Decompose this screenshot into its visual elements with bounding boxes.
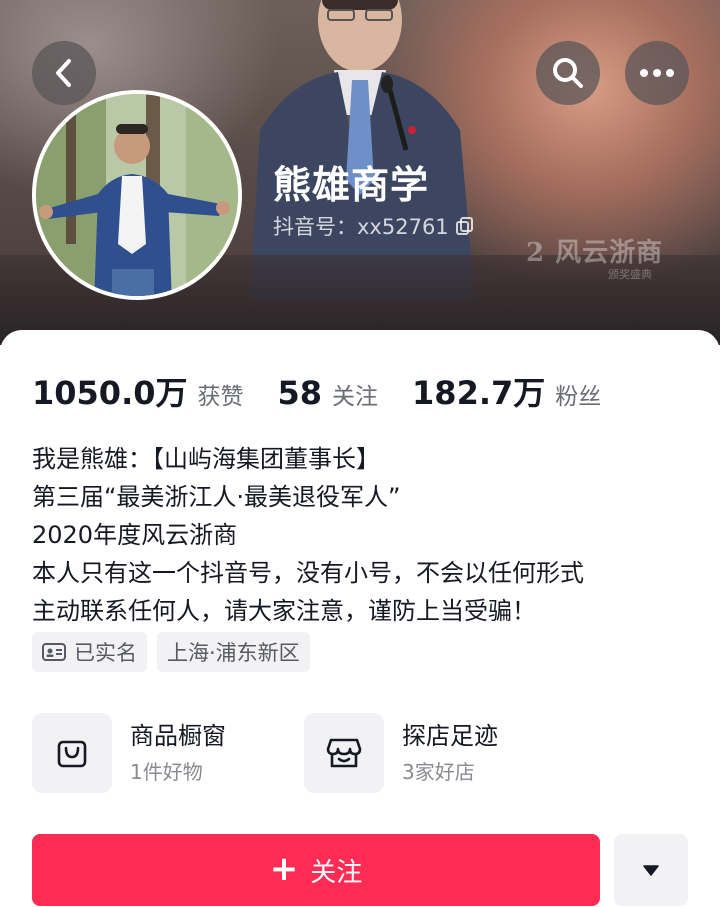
recommend-dropdown-button[interactable]: [614, 834, 688, 906]
shop-visits-title: 探店足迹: [402, 722, 498, 750]
bio-line: 第三届“最美浙江人·最美退役军人”: [32, 483, 401, 511]
stat-following-value: 58: [277, 374, 323, 412]
bio-line: 我是熊雄：【山屿海集团董事长】: [32, 445, 380, 473]
verified-tag-label: 已实名: [74, 641, 137, 665]
profile-nickname: 熊雄商学: [273, 163, 430, 207]
profile-tags: 已实名 上海·浦东新区: [32, 632, 310, 672]
stat-followers-value: 182.7万: [412, 374, 546, 412]
bio-line: 主动联系任何人，请大家注意，谨防上当受骗！: [32, 597, 536, 625]
storefront-icon: [304, 713, 384, 793]
chevron-left-icon: [56, 59, 71, 87]
stat-likes-value: 1050.0万: [32, 374, 188, 412]
product-showcase-entry[interactable]: 商品橱窗 1件好物: [32, 713, 304, 793]
profile-banner: 2 风云浙商 颁奖盛典 熊雄商学 抖音号：xx52761: [0, 0, 720, 345]
avatar-photo: [36, 94, 238, 296]
profile-info-card: 1050.0万 获赞 58 关注 182.7万 粉丝 我是熊雄：【山屿海集团董事…: [0, 330, 720, 907]
product-showcase-title: 商品橱窗: [130, 722, 226, 750]
stat-followers-label: 粉丝: [555, 384, 602, 410]
id-card-icon: [42, 643, 66, 661]
banner-watermark-sub: 颁奖盛典: [608, 268, 652, 281]
back-button[interactable]: [32, 41, 96, 105]
shop-visits-entry[interactable]: 探店足迹 3家好店: [304, 713, 576, 793]
stat-likes[interactable]: 1050.0万 获赞: [32, 368, 244, 414]
verified-tag[interactable]: 已实名: [32, 632, 147, 672]
more-dots-icon: [640, 69, 674, 77]
plus-icon: +: [269, 848, 299, 889]
stat-following-label: 关注: [332, 384, 379, 410]
location-tag-label: 上海·浦东新区: [167, 641, 300, 665]
search-button[interactable]: [536, 41, 600, 105]
banner-watermark: 2 风云浙商: [526, 238, 664, 268]
stat-likes-label: 获赞: [197, 384, 244, 410]
copy-icon[interactable]: [455, 216, 475, 236]
more-options-button[interactable]: [625, 41, 689, 105]
douyin-id-text: 抖音号：xx52761: [273, 215, 449, 239]
profile-stats: 1050.0万 获赞 58 关注 182.7万 粉丝: [32, 368, 635, 414]
bio-line: 本人只有这一个抖音号，没有小号，不会以任何形式: [32, 559, 584, 587]
product-showcase-subtitle: 1件好物: [130, 760, 203, 784]
product-showcase-text: 商品橱窗 1件好物: [130, 719, 226, 787]
profile-bio: 我是熊雄：【山屿海集团董事长】 第三届“最美浙江人·最美退役军人” 2020年度…: [32, 440, 692, 630]
shop-visits-subtitle: 3家好店: [402, 760, 475, 784]
stat-following[interactable]: 58 关注: [278, 374, 379, 412]
avatar[interactable]: [32, 90, 242, 300]
profile-actions: + 关注: [32, 834, 688, 906]
location-tag[interactable]: 上海·浦东新区: [157, 632, 310, 672]
follow-button-label: 关注: [310, 857, 363, 888]
bio-line: 2020年度风云浙商: [32, 521, 238, 549]
follow-button[interactable]: + 关注: [32, 834, 600, 906]
stat-followers[interactable]: 182.7万 粉丝: [412, 368, 601, 414]
profile-services: 商品橱窗 1件好物 探店足迹 3家好店: [32, 713, 576, 793]
shopping-bag-icon: [32, 713, 112, 793]
douyin-id[interactable]: 抖音号：xx52761: [273, 211, 475, 241]
caret-down-icon: [643, 865, 659, 876]
search-icon: [553, 58, 583, 88]
shop-visits-text: 探店足迹 3家好店: [402, 719, 498, 787]
